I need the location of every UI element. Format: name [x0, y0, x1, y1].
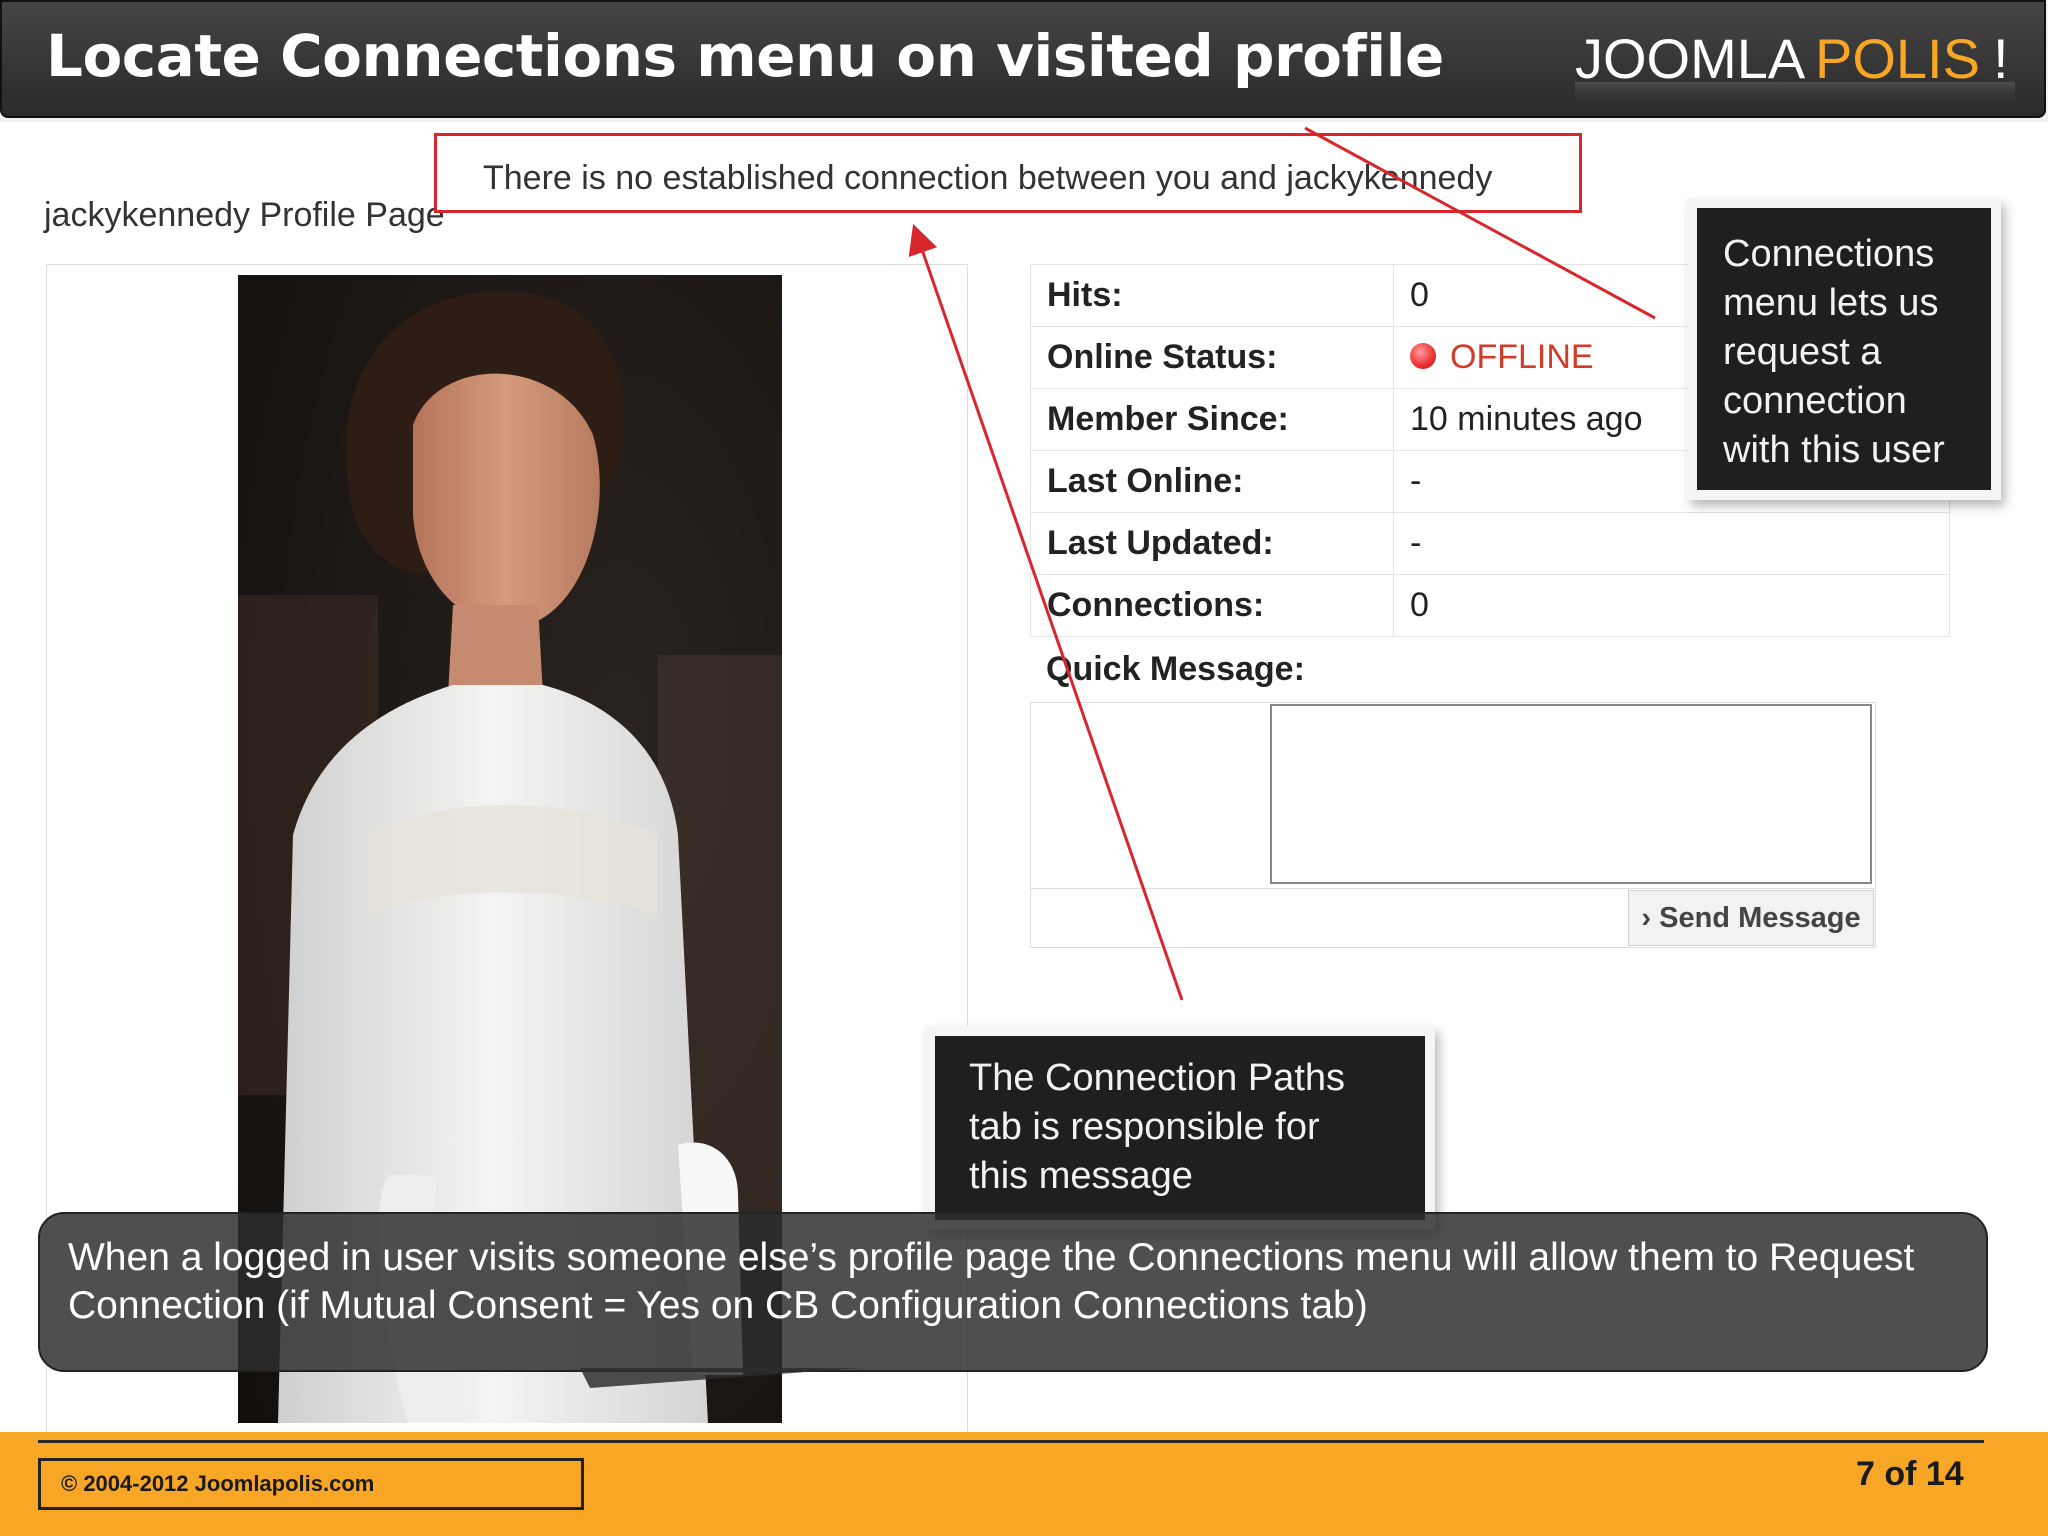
callout-line: this message — [969, 1155, 1193, 1197]
quick-message-input[interactable] — [1270, 704, 1872, 884]
callout-line: with this user — [1723, 429, 1945, 471]
caption-line: When a logged in user visits someone els… — [68, 1236, 1915, 1279]
field-label-hits: Hits: — [1030, 264, 1394, 327]
field-value-last-updated: - — [1393, 512, 1950, 575]
connection-notice: There is no established connection betwe… — [434, 133, 1582, 213]
callout-connection-paths: The Connection Paths tab is responsible … — [935, 1036, 1425, 1220]
callout-line: The Connection Paths — [969, 1057, 1346, 1099]
callout-connections-menu: Connections menu lets us request a conne… — [1697, 208, 1991, 490]
send-message-label: Send Message — [1659, 902, 1861, 934]
callout-line: menu lets us — [1723, 282, 1939, 324]
profile-page-title: jackykennedy Profile Page — [44, 196, 445, 234]
field-label-last-updated: Last Updated: — [1030, 512, 1394, 575]
table-row: Last Updated: - — [1030, 512, 1950, 575]
offline-status-icon — [1410, 343, 1436, 370]
send-message-button[interactable]: › Send Message — [1628, 890, 1874, 946]
field-label-member-since: Member Since: — [1030, 388, 1394, 451]
callout-line: tab is responsible for — [969, 1106, 1320, 1148]
callout-line: Connections — [1723, 233, 1935, 275]
offline-status-text: OFFLINE — [1450, 338, 1594, 376]
caption-line: Connection (if Mutual Consent = Yes on C… — [68, 1284, 1368, 1327]
field-label-last-online: Last Online: — [1030, 450, 1394, 513]
field-value-connections: 0 — [1393, 574, 1950, 637]
table-row: Connections: 0 — [1030, 574, 1950, 637]
callout-line: request a — [1723, 331, 1882, 373]
caption-bubble: When a logged in user visits someone els… — [38, 1212, 1988, 1372]
caption-tail — [580, 1368, 860, 1388]
logo-part3: ! — [1993, 27, 2009, 90]
logo-part1: JOOMLA — [1575, 27, 1806, 90]
copyright-notice: © 2004-2012 Joomlapolis.com — [38, 1458, 584, 1510]
quick-message-label: Quick Message: — [1046, 650, 1305, 688]
slide-title: Locate Connections menu on visited profi… — [46, 22, 1444, 90]
joomlapolis-logo: JOOMLA POLIS ! — [1575, 27, 2015, 106]
quick-message-divider — [1030, 888, 1876, 889]
footer-divider — [38, 1440, 1984, 1443]
callout-line: connection — [1723, 380, 1907, 422]
field-label-online-status: Online Status: — [1030, 326, 1394, 389]
send-arrow-icon: › — [1641, 902, 1660, 934]
page-number: 7 of 14 — [1856, 1455, 1964, 1493]
field-label-connections: Connections: — [1030, 574, 1394, 637]
logo-part2: POLIS — [1815, 27, 1980, 90]
